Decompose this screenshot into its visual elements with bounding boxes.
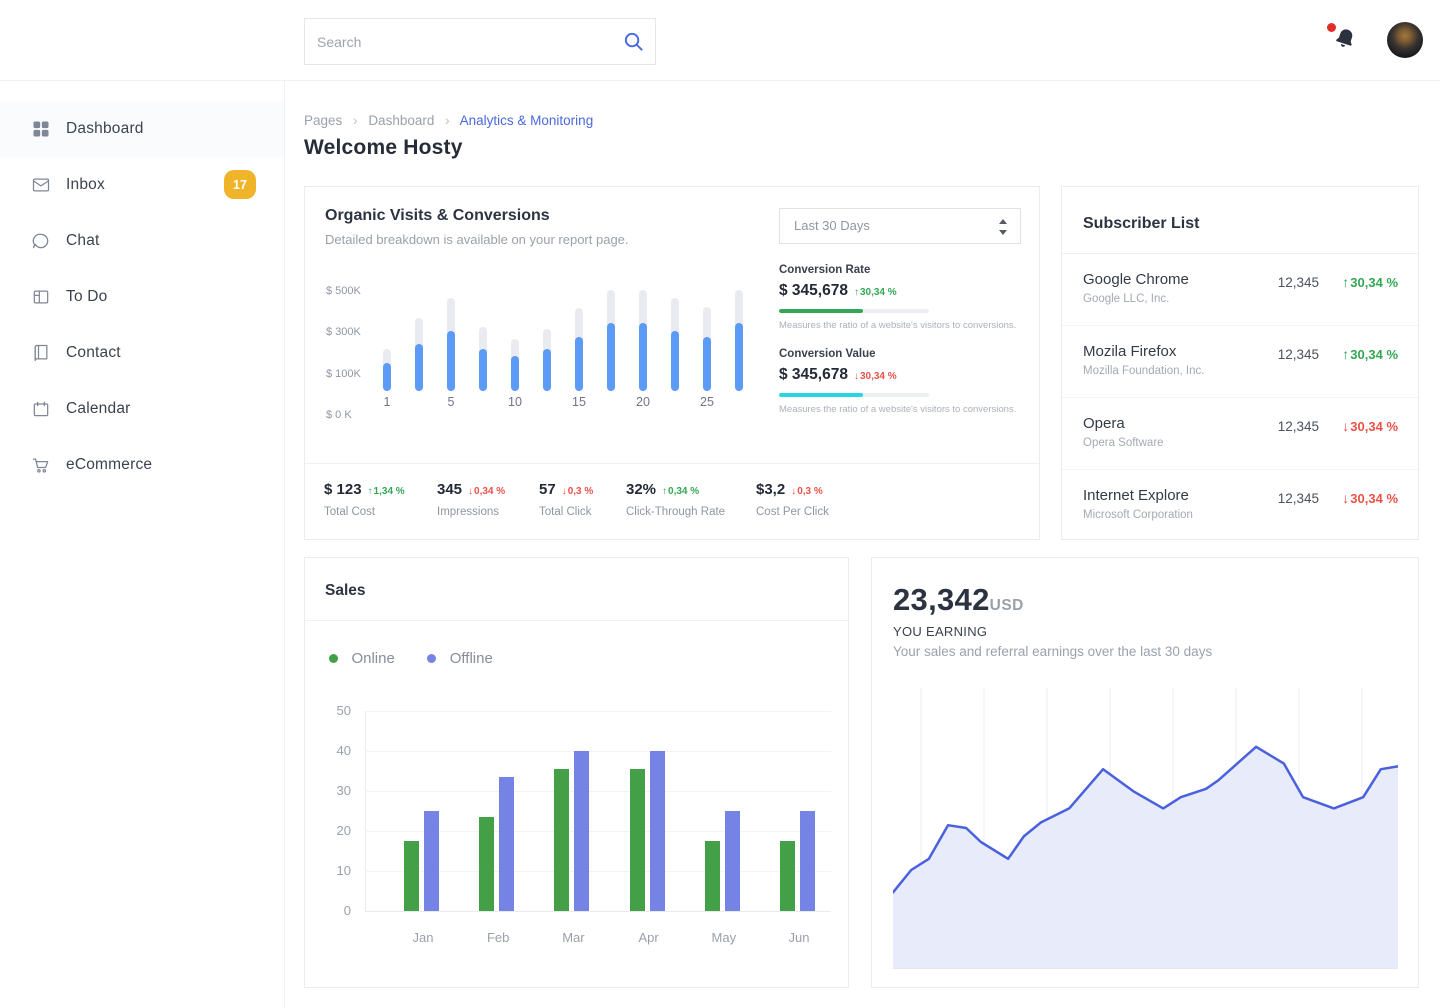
- search-input[interactable]: [305, 19, 655, 64]
- logo: [0, 0, 284, 81]
- topbar: [284, 0, 1440, 81]
- sales-legend: Online Offline: [329, 650, 521, 666]
- y-axis-line: [365, 711, 366, 912]
- online-legend-dot: [329, 654, 338, 663]
- dashboard-grid-icon: [31, 119, 51, 139]
- sidebar-item-contact[interactable]: Contact: [0, 325, 284, 381]
- breadcrumb-separator: ›: [445, 113, 450, 128]
- sidebar-item-label: eCommerce: [66, 456, 152, 474]
- metric-progress-fill: [779, 393, 863, 397]
- stat-cpc: $3,2↓0,3 % Cost Per Click: [756, 481, 829, 518]
- earnings-label: YOU EARNING: [893, 624, 987, 639]
- sidebar-item-calendar[interactable]: Calendar: [0, 381, 284, 437]
- sidebar-item-dashboard[interactable]: Dashboard: [0, 101, 284, 157]
- stat-total-cost: $ 123↑1,34 % Total Cost: [324, 481, 405, 518]
- todo-layout-icon: [31, 287, 51, 307]
- earnings-amount: 23,342: [893, 582, 990, 617]
- breadcrumb-analytics[interactable]: Analytics & Monitoring: [460, 113, 594, 128]
- earnings-subtitle: Your sales and referral earnings over th…: [893, 644, 1212, 659]
- sidebar-item-chat[interactable]: Chat: [0, 213, 284, 269]
- sidebar: Dashboard Inbox 17 Chat: [0, 0, 285, 1008]
- date-range-value: Last 30 Days: [794, 218, 870, 233]
- sidebar-item-label: To Do: [66, 288, 108, 306]
- contact-book-icon: [31, 343, 51, 363]
- sidebar-item-label: Calendar: [66, 400, 131, 418]
- card-title: Subscriber List: [1083, 215, 1199, 233]
- sidebar-item-label: Contact: [66, 344, 121, 362]
- stat-ctr: 32%↑0,34 % Click-Through Rate: [626, 481, 725, 518]
- metric-description: Measures the ratio of a website's visito…: [779, 404, 1021, 415]
- divider: [305, 620, 848, 621]
- organic-visits-bar-chart: [379, 187, 779, 391]
- breadcrumb-dashboard[interactable]: Dashboard: [368, 113, 434, 128]
- calendar-icon: [31, 399, 51, 419]
- breadcrumb-separator: ›: [353, 113, 358, 128]
- metric-value: $ 345,678↓30,34 %: [779, 366, 1021, 384]
- sidebar-item-todo[interactable]: To Do: [0, 269, 284, 325]
- metric-progress-track: [779, 309, 929, 313]
- offline-legend-dot: [427, 654, 436, 663]
- notification-dot: [1327, 23, 1336, 32]
- conversion-value-metric: Conversion Value $ 345,678↓30,34 % Measu…: [779, 348, 1021, 415]
- divider: [305, 463, 1039, 464]
- inbox-unread-badge: 17: [224, 170, 256, 199]
- sidebar-menu: Dashboard Inbox 17 Chat: [0, 101, 284, 493]
- chat-bubble-icon: [31, 231, 51, 251]
- earnings-currency: USD: [990, 597, 1024, 614]
- offline-legend-label: Offline: [450, 650, 493, 667]
- card-title: Sales: [325, 582, 366, 600]
- metric-progress-track: [779, 393, 929, 397]
- stat-total-click: 57↓0,3 % Total Click: [539, 481, 593, 518]
- subscriber-list-card: Subscriber List Google Chrome Google LLC…: [1061, 186, 1419, 540]
- subscriber-row-ie[interactable]: Internet Explore Microsoft Corporation 1…: [1062, 469, 1418, 541]
- sidebar-item-label: Chat: [66, 232, 100, 250]
- sidebar-item-label: Dashboard: [66, 120, 144, 138]
- page-title: Welcome Hosty: [304, 136, 463, 160]
- notification-bell-icon[interactable]: [1332, 26, 1358, 52]
- breadcrumb: Pages › Dashboard › Analytics & Monitori…: [304, 113, 593, 128]
- metric-label: Conversion Rate: [779, 264, 1021, 276]
- stat-impressions: 345↓0,34 % Impressions: [437, 481, 505, 518]
- conversion-rate-metric: Conversion Rate $ 345,678↑30,34 % Measur…: [779, 264, 1021, 331]
- subscriber-row-firefox[interactable]: Mozila Firefox Mozilla Foundation, Inc. …: [1062, 325, 1418, 398]
- online-legend-label: Online: [351, 650, 394, 667]
- sidebar-item-inbox[interactable]: Inbox 17: [0, 157, 284, 213]
- avatar[interactable]: [1387, 22, 1423, 58]
- subscriber-row-opera[interactable]: Opera Opera Software 12,345 ↓30,34 %: [1062, 397, 1418, 470]
- sidebar-item-ecommerce[interactable]: eCommerce: [0, 437, 284, 493]
- search-icon[interactable]: [622, 30, 645, 53]
- earnings-card: 23,342USD YOU EARNING Your sales and ref…: [871, 557, 1419, 988]
- shopping-cart-icon: [31, 455, 51, 475]
- earnings-amount-row: 23,342USD: [893, 582, 1024, 618]
- earnings-area-chart: [893, 688, 1398, 969]
- metric-progress-fill: [779, 309, 863, 313]
- metric-value: $ 345,678↑30,34 %: [779, 282, 1021, 300]
- metric-label: Conversion Value: [779, 348, 1021, 360]
- breadcrumb-pages[interactable]: Pages: [304, 113, 342, 128]
- sidebar-item-label: Inbox: [66, 176, 105, 194]
- subscriber-row-chrome[interactable]: Google Chrome Google LLC, Inc. 12,345 ↑3…: [1062, 253, 1418, 326]
- sales-card: Sales Online Offline 01020304050JanFebMa…: [304, 557, 849, 988]
- organic-visits-card: Organic Visits & Conversions Detailed br…: [304, 186, 1040, 540]
- envelope-icon: [31, 175, 51, 195]
- metric-description: Measures the ratio of a website's visito…: [779, 320, 1021, 331]
- select-caret-icon: [999, 218, 1008, 236]
- search-box: [304, 18, 656, 65]
- date-range-select[interactable]: Last 30 Days: [779, 208, 1021, 244]
